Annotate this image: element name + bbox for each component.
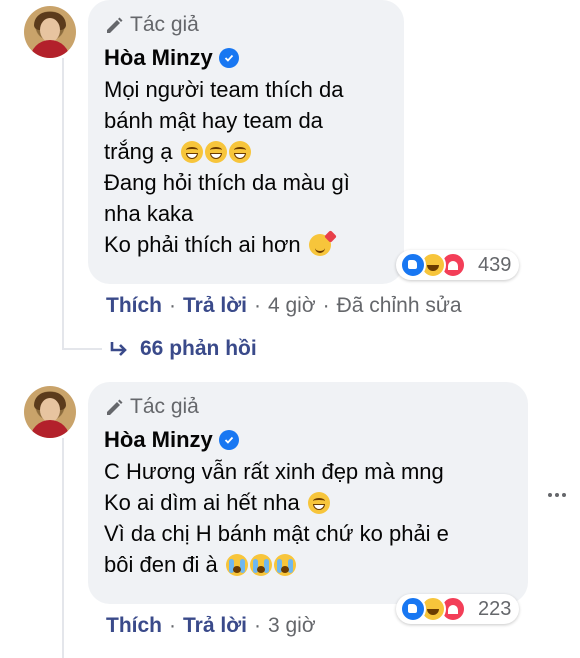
comment-text-line: bánh mật hay team da — [104, 108, 323, 133]
more-options-icon[interactable] — [548, 493, 566, 497]
comment-bubble: Tác giả Hòa Minzy Mọi người team thích d… — [88, 0, 404, 284]
avatar-body — [30, 40, 70, 58]
comment-text-line: trắng ạ — [104, 139, 173, 164]
thread-line — [62, 58, 64, 350]
thread-line — [62, 438, 64, 658]
like-button[interactable]: Thích — [106, 614, 162, 638]
smiling-face-with-hearts-emoji-icon — [308, 234, 331, 256]
loudly-crying-emoji-icon — [273, 554, 296, 576]
author-badge-label: Tác giả — [130, 395, 199, 418]
like-button[interactable]: Thích — [106, 294, 162, 318]
view-replies-link[interactable]: 66 phản hồi — [108, 337, 257, 361]
like-reaction-icon — [400, 252, 426, 278]
thread-line-elbow — [62, 348, 102, 350]
avatar[interactable] — [24, 6, 76, 58]
reaction-count: 439 — [478, 253, 512, 276]
avatar[interactable] — [24, 386, 76, 438]
separator-dot: · — [322, 294, 330, 317]
timestamp-link[interactable]: 4 giờ — [268, 294, 316, 318]
reply-arrow-icon — [110, 342, 127, 356]
separator-dot: · — [253, 614, 261, 637]
comment-text-line: Đang hỏi thích da màu gì — [104, 170, 350, 195]
comment-text-line: Mọi người team thích da — [104, 77, 344, 102]
avatar-face — [40, 18, 60, 42]
author-badge: Tác giả — [104, 10, 388, 40]
pencil-icon — [107, 17, 123, 33]
reaction-summary[interactable]: 439 — [396, 250, 520, 280]
comment-actions: Thích · Trả lời · 3 giờ — [106, 614, 316, 638]
comment-text-line: C Hương vẫn rất xinh đẹp mà mng — [104, 459, 444, 484]
separator-dot: · — [253, 294, 261, 317]
separator-dot: · — [169, 614, 176, 637]
reply-button[interactable]: Trả lời — [183, 614, 247, 638]
comment-actions: Thích · Trả lời · 4 giờ · Đã chỉnh sửa — [106, 294, 462, 318]
pencil-icon — [107, 399, 123, 415]
avatar-body — [30, 420, 70, 438]
comment-bubble: Tác giả Hòa Minzy C Hương vẫn rất xinh đ… — [88, 382, 528, 604]
replies-count-label: 66 phản hồi — [140, 337, 257, 360]
author-name[interactable]: Hòa Minzy — [104, 427, 213, 453]
grin-emoji-icon — [204, 141, 227, 163]
verified-icon — [218, 48, 239, 68]
grin-emoji-icon — [228, 141, 251, 163]
verified-icon — [218, 430, 239, 450]
comment-text-line: Ko phải thích ai hơn — [104, 232, 301, 257]
comment-text-line: bôi đen đi à — [104, 552, 218, 577]
author-badge-label: Tác giả — [130, 13, 199, 36]
author-name[interactable]: Hòa Minzy — [104, 45, 213, 71]
comment-text-line: nha kaka — [104, 201, 194, 226]
like-reaction-icon — [400, 596, 426, 622]
loudly-crying-emoji-icon — [249, 554, 272, 576]
comment-text-line: Ko ai dìm ai hết nha — [104, 490, 300, 515]
comment-text-line: Vì da chị H bánh mật chứ ko phải e — [104, 521, 449, 546]
edited-label[interactable]: Đã chỉnh sửa — [337, 294, 462, 318]
author-badge: Tác giả — [104, 392, 512, 422]
grin-emoji-icon — [180, 141, 203, 163]
reply-button[interactable]: Trả lời — [183, 294, 247, 318]
reaction-count: 223 — [478, 597, 512, 620]
loudly-crying-emoji-icon — [225, 554, 248, 576]
avatar-face — [40, 398, 60, 422]
grin-emoji-icon — [307, 492, 330, 514]
timestamp-link[interactable]: 3 giờ — [268, 614, 316, 638]
reaction-summary[interactable]: 223 — [396, 594, 520, 624]
separator-dot: · — [169, 294, 176, 317]
